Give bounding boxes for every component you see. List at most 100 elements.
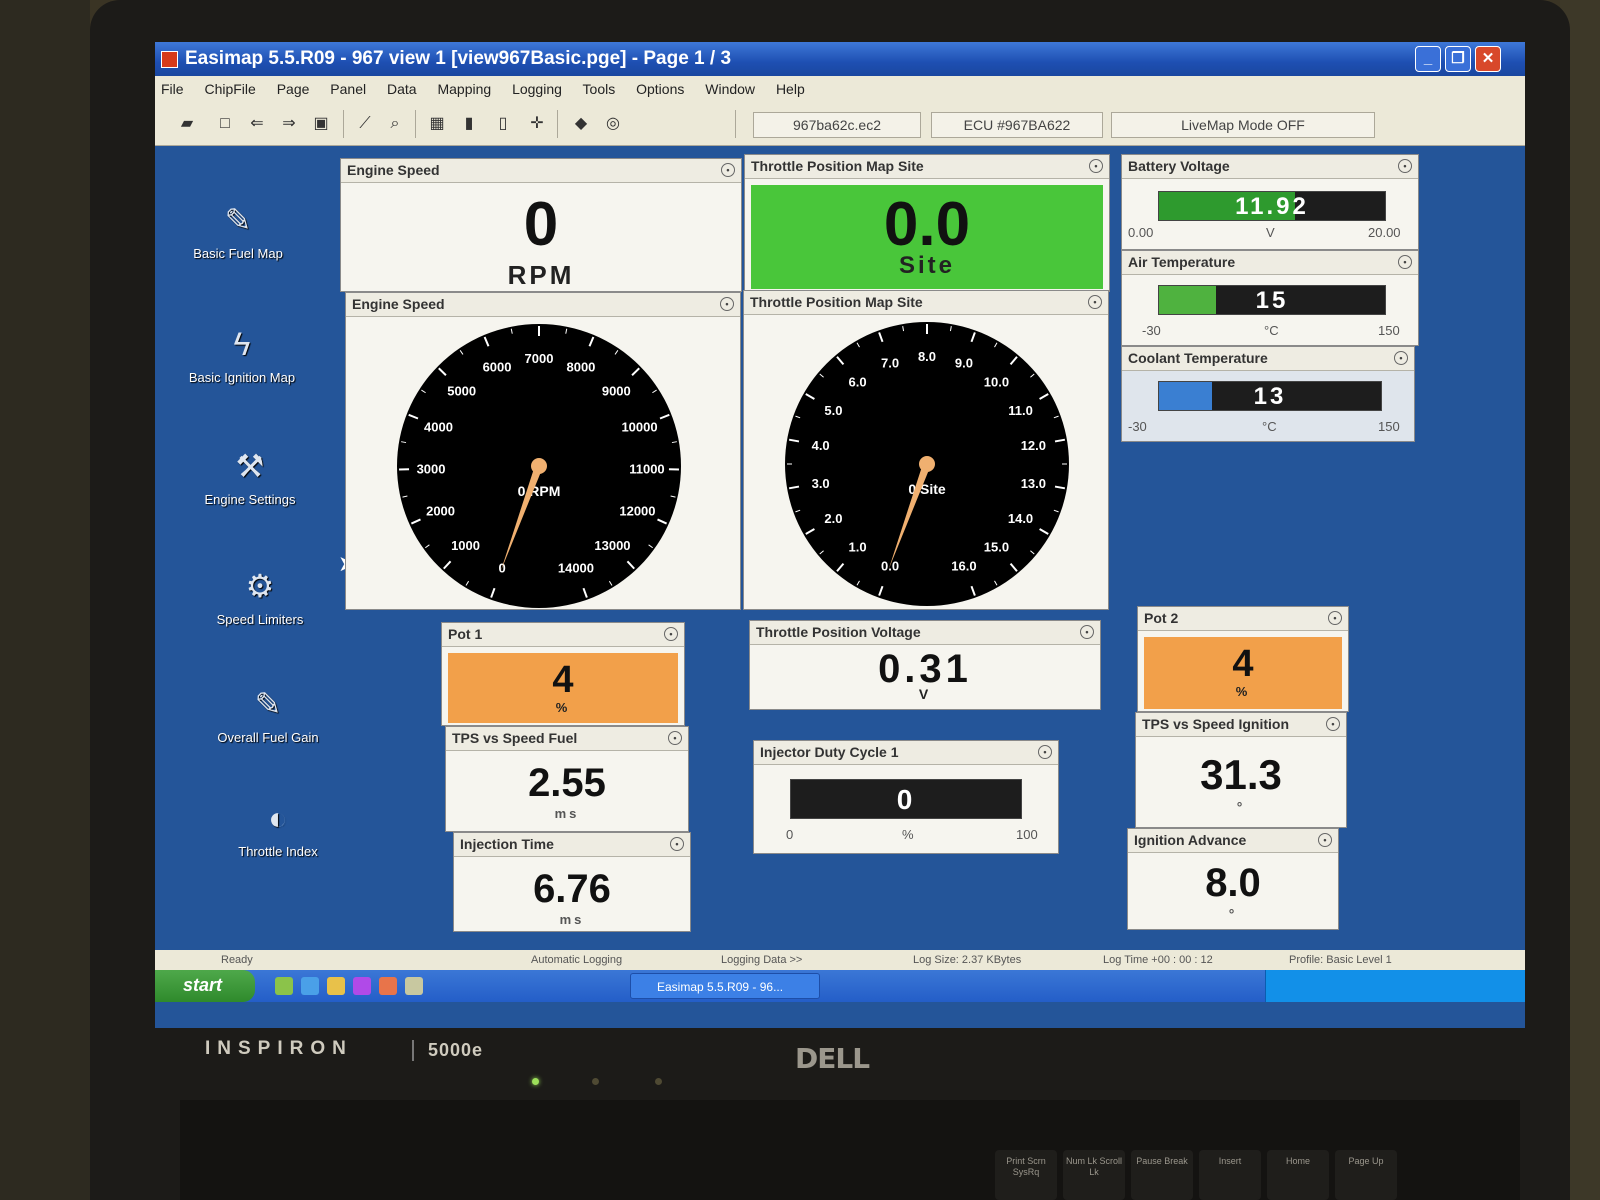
- panel-title: Throttle Position Voltage: [756, 624, 921, 640]
- crosshair-icon[interactable]: ✛: [525, 112, 549, 136]
- overall-fuel-gain-shortcut[interactable]: ✎ Overall Fuel Gain: [193, 682, 343, 745]
- gauge-tick-label: 2.0: [824, 511, 842, 526]
- menu-file[interactable]: File: [161, 81, 184, 97]
- menu-options[interactable]: Options: [636, 81, 684, 97]
- window-icon[interactable]: ▣: [309, 112, 333, 136]
- open-folder-icon[interactable]: ▰: [175, 112, 199, 136]
- menu-data[interactable]: Data: [387, 81, 417, 97]
- panel-close-icon[interactable]: •: [1394, 351, 1408, 365]
- ignition-advance-value: 8.0: [1205, 861, 1261, 905]
- panel-close-icon[interactable]: •: [1398, 255, 1412, 269]
- engine-speed-unit: RPM: [507, 260, 575, 290]
- arrow-left-icon[interactable]: ⇐: [245, 112, 269, 136]
- basic-ignition-map-shortcut[interactable]: ϟ Basic Ignition Map: [167, 322, 317, 385]
- start-button[interactable]: start: [155, 970, 255, 1002]
- title-bar[interactable]: Easimap 5.5.R09 - 967 view 1 [view967Bas…: [155, 42, 1525, 76]
- minimize-button[interactable]: _: [1415, 46, 1441, 72]
- coolant-temperature-panel[interactable]: Coolant Temperature • 13 -30 °C 150: [1121, 346, 1415, 442]
- pot1-panel[interactable]: Pot 1 • 4 %: [441, 622, 685, 726]
- target-icon[interactable]: ◎: [601, 112, 625, 136]
- graph-icon[interactable]: ⟋: [353, 112, 377, 136]
- status-logging-data[interactable]: Logging Data >>: [721, 954, 802, 966]
- arrow-right-icon[interactable]: ⇒: [277, 112, 301, 136]
- engine-speed-gauge: 0 1000 2000 3000 4000 5000 6000 7000 8000 9000 100…: [397, 324, 681, 608]
- key-page-up[interactable]: Page Up: [1335, 1150, 1397, 1200]
- key-insert[interactable]: Insert: [1199, 1150, 1261, 1200]
- ignition-advance-panel[interactable]: Ignition Advance • 8.0 °: [1127, 828, 1339, 930]
- blank-page-icon[interactable]: □: [213, 112, 237, 136]
- toolbar-separator: [415, 110, 416, 138]
- injection-time-panel[interactable]: Injection Time • 6.76 ms: [453, 832, 691, 932]
- throttle-site-unit: Site: [898, 252, 955, 279]
- basic-fuel-map-shortcut[interactable]: ✎ Basic Fuel Map: [163, 198, 313, 261]
- panel-close-icon[interactable]: •: [1398, 159, 1412, 173]
- panel-close-icon[interactable]: •: [668, 731, 682, 745]
- panel-header: Engine Speed •: [341, 159, 741, 183]
- battery-voltage-panel[interactable]: Battery Voltage • 11.92 0.00 V 20.00: [1121, 154, 1419, 250]
- panel-close-icon[interactable]: •: [1326, 717, 1340, 731]
- quicklaunch-doc-icon[interactable]: [405, 977, 423, 995]
- maximize-button[interactable]: ❐: [1445, 46, 1471, 72]
- quicklaunch-desktop-icon[interactable]: [275, 977, 293, 995]
- panel-close-icon[interactable]: •: [1080, 625, 1094, 639]
- menu-page[interactable]: Page: [277, 81, 310, 97]
- taskbar-easimap-task[interactable]: Easimap 5.5.R09 - 96...: [630, 973, 820, 999]
- panel-close-icon[interactable]: •: [1038, 745, 1052, 759]
- panel-close-icon[interactable]: •: [664, 627, 678, 641]
- ecu-field: ECU #967BA622: [931, 112, 1103, 138]
- toolbar-separator: [735, 110, 736, 138]
- tps-speed-ignition-panel[interactable]: TPS vs Speed Ignition • 31.3 °: [1135, 712, 1347, 828]
- key-print-screen[interactable]: Print Scrn SysRq: [995, 1150, 1057, 1200]
- panel-close-icon[interactable]: •: [720, 297, 734, 311]
- status-log-time: Log Time +00 : 00 : 12: [1103, 954, 1213, 966]
- menu-window[interactable]: Window: [705, 81, 755, 97]
- menu-help[interactable]: Help: [776, 81, 805, 97]
- key-home[interactable]: Home: [1267, 1150, 1329, 1200]
- quicklaunch-app-icon[interactable]: [379, 977, 397, 995]
- throttle-index-shortcut[interactable]: ◐ Throttle Index: [203, 796, 353, 859]
- throttle-voltage-panel[interactable]: Throttle Position Voltage • 0.31 V: [749, 620, 1101, 710]
- engine-speed-digital-panel[interactable]: Engine Speed • 0 RPM: [340, 158, 742, 292]
- toolbar-separator: [343, 110, 344, 138]
- throttle-site-digital-panel[interactable]: Throttle Position Map Site • 0.0 Site: [744, 154, 1110, 292]
- bars-icon[interactable]: ▮: [457, 112, 481, 136]
- throttle-site-gauge-panel[interactable]: Throttle Position Map Site • 0.0 1.0 2.0 3.…: [743, 290, 1109, 610]
- throttle-voltage-unit: V: [918, 686, 932, 702]
- scale-min: 0.00: [1128, 225, 1154, 240]
- panel-close-icon[interactable]: •: [1328, 611, 1342, 625]
- panel-header: Pot 2 •: [1138, 607, 1348, 631]
- engine-settings-shortcut[interactable]: ⚒ Engine Settings: [175, 444, 325, 507]
- quicklaunch-media-icon[interactable]: [353, 977, 371, 995]
- panel-close-icon[interactable]: •: [1318, 833, 1332, 847]
- panel-close-icon[interactable]: •: [670, 837, 684, 851]
- menu-mapping[interactable]: Mapping: [437, 81, 491, 97]
- magnifier-icon[interactable]: ⌕: [383, 112, 407, 136]
- eraser-icon[interactable]: ◆: [569, 112, 593, 136]
- laptop-model-number: 5000e: [412, 1040, 483, 1061]
- panel-close-icon[interactable]: •: [1088, 295, 1102, 309]
- gauge-tick-label: 4000: [424, 420, 453, 435]
- close-button[interactable]: ✕: [1475, 46, 1501, 72]
- gauge-hub: [531, 458, 547, 474]
- injector-duty-panel[interactable]: Injector Duty Cycle 1 • 0 0 % 100: [753, 740, 1059, 854]
- grid-icon[interactable]: ▦: [425, 112, 449, 136]
- panel-close-icon[interactable]: •: [1089, 159, 1103, 173]
- engine-speed-gauge-panel[interactable]: Engine Speed • 0 1000 2000 3000 4000 5000 6000…: [345, 292, 741, 610]
- menu-tools[interactable]: Tools: [583, 81, 616, 97]
- tps-speed-fuel-panel[interactable]: TPS vs Speed Fuel • 2.55 ms: [445, 726, 689, 832]
- key-pause[interactable]: Pause Break: [1131, 1150, 1193, 1200]
- speed-limiters-shortcut[interactable]: ⚙ Speed Limiters: [185, 564, 335, 627]
- level-icon[interactable]: ▯: [491, 112, 515, 136]
- pot2-panel[interactable]: Pot 2 • 4 %: [1137, 606, 1349, 712]
- system-tray[interactable]: [1265, 970, 1525, 1002]
- quicklaunch-folder-icon[interactable]: [327, 977, 345, 995]
- dell-logo: DELL: [795, 1042, 870, 1075]
- menu-panel[interactable]: Panel: [330, 81, 366, 97]
- menu-logging[interactable]: Logging: [512, 81, 562, 97]
- menu-chipfile[interactable]: ChipFile: [204, 81, 255, 97]
- quicklaunch-ie-icon[interactable]: [301, 977, 319, 995]
- panel-close-icon[interactable]: •: [721, 163, 735, 177]
- panel-header: Pot 1 •: [442, 623, 684, 647]
- air-temperature-panel[interactable]: Air Temperature • 15 -30 °C 150: [1121, 250, 1419, 346]
- key-num-lock[interactable]: Num Lk Scroll Lk: [1063, 1150, 1125, 1200]
